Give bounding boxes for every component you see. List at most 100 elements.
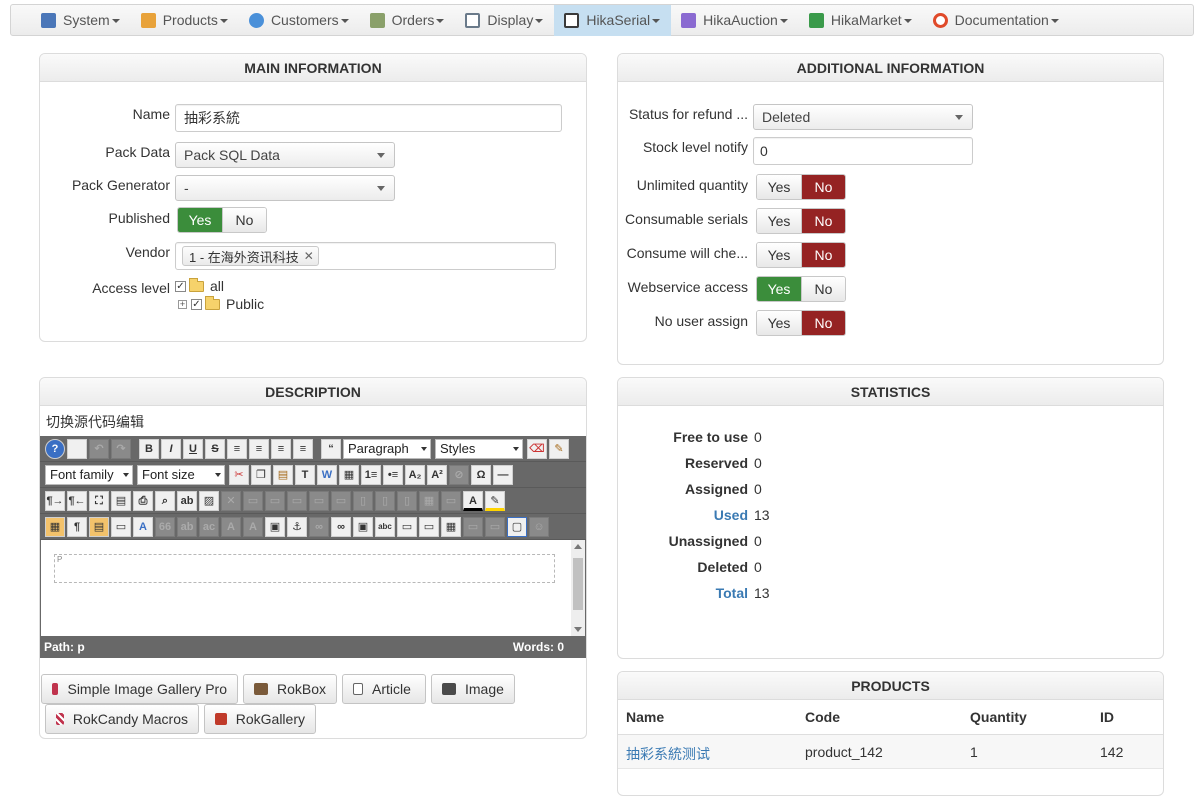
rtl-icon[interactable]: ¶←: [67, 490, 87, 511]
menu-orders[interactable]: Orders: [360, 5, 456, 36]
menu-documentation[interactable]: Documentation: [923, 5, 1070, 36]
paste-text-icon[interactable]: T: [295, 464, 315, 485]
horizontal-rule-icon[interactable]: —: [493, 464, 513, 485]
superscript-icon[interactable]: A²: [427, 464, 447, 485]
menu-system[interactable]: System: [31, 5, 131, 36]
show-blocks-icon[interactable]: ¶: [67, 516, 87, 537]
checkbox-checked-icon[interactable]: ✓: [175, 280, 186, 292]
insert-table-icon[interactable]: ▦: [441, 516, 461, 537]
media-icon[interactable]: ▢: [507, 516, 527, 537]
merge-cells-icon[interactable]: ▭: [441, 490, 461, 511]
insertion-icon[interactable]: A: [243, 516, 263, 537]
unlink-icon[interactable]: ⊘: [449, 464, 469, 485]
bold-icon[interactable]: B: [139, 438, 159, 459]
new-document-icon[interactable]: [67, 438, 87, 459]
special-char-icon[interactable]: Ω: [471, 464, 491, 485]
product-name-link[interactable]: 抽彩系統测试: [626, 744, 710, 764]
table-props-icon[interactable]: ▭: [463, 516, 483, 537]
menu-hikamarket[interactable]: HikaMarket: [799, 5, 923, 36]
stock-notify-input[interactable]: 0: [753, 137, 973, 165]
insert-col-after-icon[interactable]: ▯: [375, 490, 395, 511]
print-icon[interactable]: ⎙: [133, 490, 153, 511]
styles-select[interactable]: Styles: [435, 438, 523, 459]
table-row-icon[interactable]: ▭: [243, 490, 263, 511]
remove-icon[interactable]: ✕: [304, 249, 314, 263]
published-no-button[interactable]: No: [222, 208, 266, 232]
attributes-icon[interactable]: ▣: [265, 516, 285, 537]
stat-total-link[interactable]: Total: [628, 585, 748, 601]
cut-icon[interactable]: ✂: [229, 464, 249, 485]
rokcandy-macros-button[interactable]: RokCandy Macros: [45, 704, 199, 734]
split-cells-icon[interactable]: ▦: [419, 490, 439, 511]
ltr-icon[interactable]: ¶→: [45, 490, 65, 511]
search-replace-icon[interactable]: ⌕: [155, 490, 175, 511]
name-input[interactable]: 抽彩系統: [175, 104, 562, 132]
styles-icon[interactable]: A: [133, 516, 153, 537]
spellcheck-abc-icon[interactable]: abc: [375, 516, 395, 537]
link-icon[interactable]: ∞: [309, 516, 329, 537]
menu-display[interactable]: Display: [455, 5, 554, 36]
undo-icon[interactable]: ↶: [89, 438, 109, 459]
fullscreen-icon[interactable]: ⛶: [89, 490, 109, 511]
cell-props-icon[interactable]: ▭: [485, 516, 505, 537]
eraser-icon[interactable]: ⌫: [527, 438, 547, 459]
menu-customers[interactable]: Customers: [239, 5, 360, 36]
menu-hikaserial[interactable]: HikaSerial: [554, 4, 672, 36]
acronym-icon[interactable]: ac: [199, 516, 219, 537]
consumable-yes-button[interactable]: Yes: [757, 209, 801, 233]
copy-icon[interactable]: ❐: [251, 464, 271, 485]
preview-icon[interactable]: ▤: [111, 490, 131, 511]
align-justify-icon[interactable]: ≡: [227, 438, 247, 459]
numbered-list-icon[interactable]: 1≡: [361, 464, 381, 485]
scroll-down-arrow-icon[interactable]: [574, 627, 582, 632]
paste-word-icon[interactable]: W: [317, 464, 337, 485]
menu-hikaauction[interactable]: HikaAuction: [671, 5, 799, 36]
insert-layer-icon[interactable]: ▤: [89, 516, 109, 537]
align-left-icon[interactable]: ≡: [271, 438, 291, 459]
insert-col-before-icon[interactable]: ▯: [353, 490, 373, 511]
italic-icon[interactable]: I: [161, 438, 181, 459]
highlight-color-icon[interactable]: ✎: [485, 490, 505, 511]
font-family-select[interactable]: Font family: [45, 464, 133, 485]
deletion-icon[interactable]: A: [221, 516, 241, 537]
subscript-icon[interactable]: A₂: [405, 464, 425, 485]
emoticon-icon[interactable]: ☺: [529, 516, 549, 537]
format-select[interactable]: Paragraph: [343, 438, 431, 459]
spellcheck-icon[interactable]: ab: [177, 490, 197, 511]
expand-icon[interactable]: +: [178, 299, 187, 309]
editor-content-area[interactable]: P: [40, 540, 586, 636]
align-center-icon[interactable]: ≡: [249, 438, 269, 459]
status-refund-select[interactable]: Deleted: [753, 104, 973, 130]
unlimited-no-button[interactable]: No: [801, 175, 845, 199]
checkbox-checked-icon[interactable]: ✓: [191, 298, 202, 310]
insert-row-before-icon[interactable]: ▭: [287, 490, 307, 511]
insert-row-after-icon[interactable]: ▭: [309, 490, 329, 511]
rokbox-button[interactable]: RokBox: [243, 674, 337, 704]
redo-icon[interactable]: ↷: [111, 438, 131, 459]
menu-products[interactable]: Products: [131, 5, 239, 36]
image-icon[interactable]: ▣: [353, 516, 373, 537]
published-yes-button[interactable]: Yes: [178, 208, 222, 232]
article-button[interactable]: Article: [342, 674, 426, 704]
underline-icon[interactable]: U: [183, 438, 203, 459]
editor-scrollbar[interactable]: [571, 540, 585, 636]
strikethrough-icon[interactable]: S: [205, 438, 225, 459]
visual-aid-icon[interactable]: ▨: [199, 490, 219, 511]
anchor-icon[interactable]: ⚓: [287, 516, 307, 537]
consumable-no-button[interactable]: No: [801, 209, 845, 233]
help-icon[interactable]: ?: [45, 438, 65, 459]
delete-row-icon[interactable]: ▭: [331, 490, 351, 511]
layer-icon[interactable]: ▦: [45, 516, 65, 537]
webservice-no-button[interactable]: No: [801, 277, 845, 301]
text-color-icon[interactable]: A: [463, 490, 483, 511]
webservice-yes-button[interactable]: Yes: [757, 277, 801, 301]
select-all-icon[interactable]: ▦: [339, 464, 359, 485]
insert-link-icon[interactable]: ∞: [331, 516, 351, 537]
paste-icon[interactable]: ▤: [273, 464, 293, 485]
stat-used-link[interactable]: Used: [628, 507, 748, 523]
unlimited-yes-button[interactable]: Yes: [757, 175, 801, 199]
blockquote-icon[interactable]: “: [321, 438, 341, 459]
scroll-up-arrow-icon[interactable]: [574, 544, 582, 549]
pack-generator-select[interactable]: -: [175, 175, 395, 201]
bullet-list-icon[interactable]: •≡: [383, 464, 403, 485]
